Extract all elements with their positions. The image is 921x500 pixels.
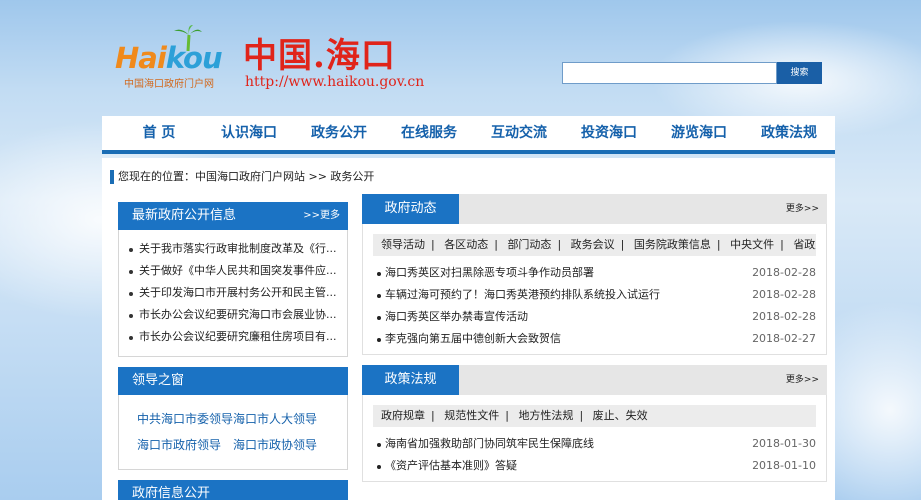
news-title: 政府动态 [362,194,459,224]
news-date: 2018-02-28 [752,310,816,323]
latest-info-more-link[interactable]: >>更多 [303,202,340,230]
leaders-box: 中共海口市委领导 海口市人大领导 海口市政府领导 海口市政协领导 [118,395,348,470]
news-title-text[interactable]: 海口秀英区对扫黑除恶专项斗争作动员部署 [385,262,594,284]
list-item[interactable]: 关于印发海口市开展村务公开和民主管... [129,282,337,304]
latest-info-box: 关于我市落实行政审批制度改革及《行... 关于做好《中华人民共和国突发事件应..… [118,230,348,357]
policy-header: 政策法规 更多>> [362,365,827,395]
list-item[interactable]: 关于做好《中华人民共和国突发事件应... [129,260,337,282]
search-button[interactable]: 搜索 [777,62,822,84]
site-header: Haikou 中国海口政府门户网 中国.海口 http://www.haikou… [0,0,921,115]
right-column: 政府动态 更多>> 领导活动 | 各区动态 | 部门动态 | 政务会议 | 国务院政策信… [362,194,827,492]
nav-item-interaction[interactable]: 互动交流 [474,116,564,150]
tab-central-documents[interactable]: 中央文件 [730,238,774,251]
site-title: 中国.海口 [243,36,396,76]
gov-info-header: 政府信息公开 [118,480,348,500]
leader-link[interactable]: 海口市政府领导 [137,435,233,455]
logo-wordmark-hai: Hai [115,41,167,75]
main-nav: 首 页 认识海口 政务公开 在线服务 互动交流 投资海口 游览海口 政策法规 [102,116,835,154]
news-row[interactable]: 海口秀英区对扫黑除恶专项斗争作动员部署 2018-02-28 [373,262,816,284]
gov-info-title: 政府信息公开 [132,486,211,500]
nav-item-government-affairs[interactable]: 政务公开 [294,116,384,150]
news-date: 2018-02-28 [752,266,816,279]
news-tabs: 领导活动 | 各区动态 | 部门动态 | 政务会议 | 国务院政策信息 | 中央文件 | 省… [373,234,816,256]
policy-more-link[interactable]: 更多>> [786,365,819,395]
news-title-text[interactable]: 李克强向第五届中德创新大会致贺信 [385,328,561,350]
nav-item-online-services[interactable]: 在线服务 [384,116,474,150]
leader-link[interactable]: 海口市政协领导 [233,435,329,455]
left-column: 最新政府公开信息 >>更多 关于我市落实行政审批制度改革及《行... 关于做好《… [118,202,348,500]
main-content: 您现在的位置：中国海口政府门户网站 >> 政务公开 最新政府公开信息 >>更多 … [102,158,835,500]
logo-wordmark-kou: kou [165,41,223,75]
leader-link[interactable]: 中共海口市委领导 [137,409,233,429]
site-url[interactable]: http://www.haikou.gov.cn [245,74,424,90]
list-item[interactable]: 市长办公会议纪要研究廉租住房项目有... [129,326,337,348]
news-row[interactable]: 车辆过海可预约了！海口秀英港预约排队系统投入试运行 2018-02-28 [373,284,816,306]
breadcrumb: 您现在的位置：中国海口政府门户网站 >> 政务公开 [110,170,374,184]
news-date: 2018-02-28 [752,288,816,301]
tab-state-council-policy[interactable]: 国务院政策信息 [634,238,711,251]
tab-department-news[interactable]: 部门动态 [507,238,551,251]
tab-provincial-documents[interactable]: 省政府文件 [793,238,816,251]
news-header: 政府动态 更多>> [362,194,827,224]
latest-info-header: 最新政府公开信息 >>更多 [118,202,348,230]
policy-title-text[interactable]: 海南省加强救助部门协同筑牢民生保障底线 [385,433,594,455]
news-title-text[interactable]: 海口秀英区举办禁毒宣传活动 [385,306,528,328]
nav-item-home[interactable]: 首 页 [114,116,204,150]
nav-item-investment[interactable]: 投资海口 [564,116,654,150]
news-box: 领导活动 | 各区动态 | 部门动态 | 政务会议 | 国务院政策信息 | 中央文件 | 省… [362,224,827,355]
news-more-link[interactable]: 更多>> [786,194,819,224]
policy-box: 政府规章 | 规范性文件 | 地方性法规 | 废止、失效 海南省加强救助部门协同筑牢民… [362,395,827,482]
tab-normative-documents[interactable]: 规范性文件 [444,409,499,422]
tab-government-meetings[interactable]: 政务会议 [571,238,615,251]
latest-info-title: 最新政府公开信息 [132,208,237,223]
nav-item-about[interactable]: 认识海口 [204,116,294,150]
list-item[interactable]: 市长办公会议纪要研究海口市会展业协... [129,304,337,326]
tab-district-news[interactable]: 各区动态 [444,238,488,251]
list-item[interactable]: 关于我市落实行政审批制度改革及《行... [129,238,337,260]
tab-leader-activities[interactable]: 领导活动 [381,238,425,251]
leader-link[interactable]: 海口市人大领导 [233,409,329,429]
news-title-text[interactable]: 车辆过海可预约了！海口秀英港预约排队系统投入试运行 [385,284,660,306]
news-date: 2018-02-27 [752,332,816,345]
nav-item-tourism[interactable]: 游览海口 [654,116,744,150]
logo-subtitle: 中国海口政府门户网 [124,79,214,90]
policy-date: 2018-01-30 [752,437,816,450]
policy-date: 2018-01-10 [752,459,816,472]
tab-government-regulations[interactable]: 政府规章 [381,409,425,422]
policy-title-text[interactable]: 《资产评估基本准则》答疑 [385,455,517,477]
news-row[interactable]: 李克强向第五届中德创新大会致贺信 2018-02-27 [373,328,816,350]
policy-tabs: 政府规章 | 规范性文件 | 地方性法规 | 废止、失效 [373,405,816,427]
policy-row[interactable]: 海南省加强救助部门协同筑牢民生保障底线 2018-01-30 [373,433,816,455]
news-row[interactable]: 海口秀英区举办禁毒宣传活动 2018-02-28 [373,306,816,328]
policy-title: 政策法规 [362,365,459,395]
nav-item-policies[interactable]: 政策法规 [744,116,834,150]
search-input[interactable] [562,62,777,84]
policy-row[interactable]: 《资产评估基本准则》答疑 2018-01-10 [373,455,816,477]
tab-repealed[interactable]: 废止、失效 [593,409,648,422]
leaders-header: 领导之窗 [118,367,348,395]
tab-local-regulations[interactable]: 地方性法规 [518,409,573,422]
leaders-title: 领导之窗 [132,373,185,388]
